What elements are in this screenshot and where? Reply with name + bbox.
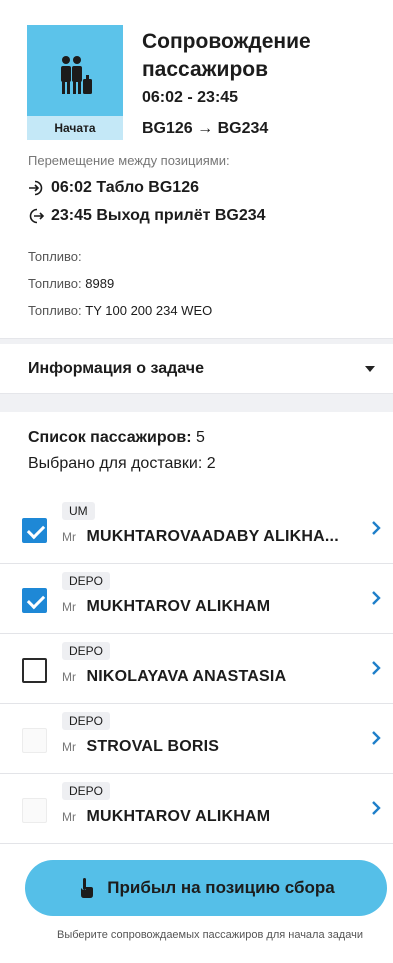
passenger-name: MUKHTAROVAADABY ALIKHA... <box>86 528 339 545</box>
hint-text: Выберите сопровождаемых пассажиров для н… <box>57 929 363 941</box>
passenger-checkbox[interactable] <box>22 588 47 613</box>
fuel-line-2: Топливо: 8989 <box>28 276 114 291</box>
passenger-name-line: Mr STROVAL BORIS <box>62 738 219 756</box>
task-info-dropdown[interactable]: Информация о задаче <box>0 344 393 394</box>
passenger-title: Mr <box>62 740 76 754</box>
chevron-right-icon[interactable] <box>371 730 381 746</box>
chevron-right-icon[interactable] <box>371 590 381 606</box>
task-flights: BG126 → BG234 <box>142 120 269 137</box>
fuel-label: Топливо: <box>28 249 82 264</box>
task-info-label: Информация о задаче <box>28 359 204 377</box>
passenger-title: Mr <box>62 530 76 544</box>
passenger-title: Mr <box>62 600 76 614</box>
passenger-checkbox <box>22 798 47 823</box>
passenger-checkbox <box>22 728 47 753</box>
passenger-name-line: Mr MUKHTAROVAADABY ALIKHA... <box>62 528 339 546</box>
fuel-value: TY 100 200 234 WEO <box>85 303 213 318</box>
passenger-tag: DEPO <box>62 642 111 660</box>
fuel-line-1: Топливо: <box>28 249 82 264</box>
task-status-badge: Начата <box>27 116 123 140</box>
chevron-right-icon[interactable] <box>371 520 381 536</box>
task-title: Сопровождение пассажиров <box>142 30 311 81</box>
passenger-name: MUKHTAROV ALIKHAM <box>86 598 271 615</box>
passenger-tag: DEPO <box>62 782 111 800</box>
move-from-text: 06:02 Табло BG126 <box>51 179 199 196</box>
arrived-at-pickup-button[interactable]: Прибыл на позицию сбора <box>25 860 387 916</box>
login-icon <box>29 180 43 196</box>
section-divider <box>0 394 393 412</box>
chevron-right-icon[interactable] <box>371 800 381 816</box>
passenger-row[interactable]: DEPO Mr MUKHTAROV ALIKHAM <box>0 774 393 844</box>
tap-hand-icon <box>81 878 94 898</box>
move-label: Перемещение между позициями: <box>28 153 230 168</box>
passenger-name-line: Mr MUKHTAROV ALIKHAM <box>62 808 270 826</box>
passenger-title: Mr <box>62 670 76 684</box>
passenger-name-line: Mr MUKHTAROV ALIKHAM <box>62 598 270 616</box>
arrived-button-label: Прибыл на позицию сбора <box>107 878 335 897</box>
passengers-icon <box>61 56 92 94</box>
passenger-tag: DEPO <box>62 572 111 590</box>
passenger-name: STROVAL BORIS <box>86 738 220 755</box>
fuel-label: Топливо: <box>28 303 82 318</box>
fuel-label: Топливо: <box>28 276 82 291</box>
fuel-line-3: Топливо: TY 100 200 234 WEO <box>28 303 212 318</box>
passenger-row[interactable]: DEPO Mr STROVAL BORIS <box>0 704 393 774</box>
passenger-count-label: Список пассажиров: <box>28 429 192 446</box>
passenger-checkbox[interactable] <box>22 658 47 683</box>
passenger-name-line: Mr NIKOLAYAVA ANASTASIA <box>62 668 286 686</box>
task-card: Начата Сопровождение пассажиров 06:02 - … <box>0 0 393 338</box>
passenger-count-value: 5 <box>195 429 205 446</box>
passenger-title: Mr <box>62 810 76 824</box>
passenger-row[interactable]: DEPO Mr MUKHTAROV ALIKHAM <box>0 564 393 634</box>
task-thumbnail: Начата <box>27 25 123 140</box>
passenger-row[interactable]: DEPO Mr NIKOLAYAVA ANASTASIA <box>0 634 393 704</box>
selected-count: Выбрано для доставки: 2 <box>28 455 216 472</box>
passenger-tag: UM <box>62 502 95 520</box>
task-time-range: 06:02 - 23:45 <box>142 89 239 106</box>
chevron-right-icon[interactable] <box>371 660 381 676</box>
fuel-value: 8989 <box>85 276 115 291</box>
passenger-name: MUKHTAROV ALIKHAM <box>86 808 271 825</box>
caret-down-icon <box>365 365 375 372</box>
passenger-count: Список пассажиров: 5 <box>28 429 205 447</box>
move-from-row: 06:02 Табло BG126 <box>27 179 199 197</box>
move-to-text: 23:45 Выход прилёт BG234 <box>51 207 266 224</box>
passenger-checkbox[interactable] <box>22 518 47 543</box>
passenger-row[interactable]: UM Mr MUKHTAROVAADABY ALIKHA... <box>0 494 393 564</box>
passenger-tag: DEPO <box>62 712 111 730</box>
passenger-list: UM Mr MUKHTAROVAADABY ALIKHA... DEPO Mr … <box>0 494 393 844</box>
move-to-row: 23:45 Выход прилёт BG234 <box>27 207 266 225</box>
passenger-name: NIKOLAYAVA ANASTASIA <box>86 668 287 685</box>
logout-icon <box>29 208 45 224</box>
